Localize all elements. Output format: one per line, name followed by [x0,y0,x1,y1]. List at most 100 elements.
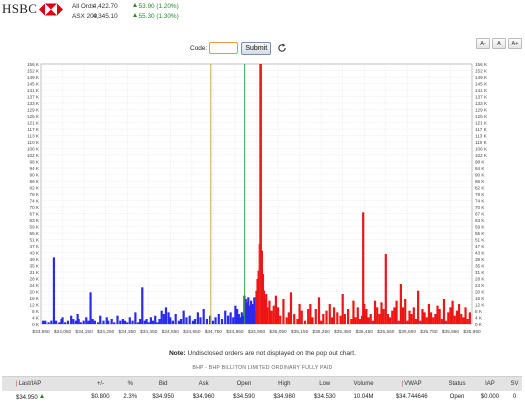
y-tick-label-right: 106 K [475,146,488,151]
bid-bar [136,322,140,324]
quote-header-label: SV [510,380,519,387]
ask-bar [332,307,336,324]
ask-bar [276,307,280,324]
ask-bar [397,320,400,324]
y-tick-label-right: 24 K [475,283,485,288]
y-tick-label-left: 47 K [30,244,40,249]
index-name: ASX 200 [72,13,98,20]
quote-value-col: 2.3% [118,391,143,404]
submit-button[interactable]: Submit [241,41,272,55]
index-row-all-ords: All Ords 4,422.70 53.90 (1.20%) [72,3,179,10]
index-change: 55.30 (1.30%) [138,13,179,20]
ask-bar [282,299,285,324]
ask-bar [307,309,310,324]
y-tick-label-right: 47 K [475,244,485,249]
ask-bar [266,307,269,324]
ask-bar [436,305,439,324]
bid-bar [79,322,82,324]
bid-bar [224,310,227,324]
ask-bar [468,312,471,324]
logo-text: HSBC [2,1,38,16]
quote-header-col: % [117,376,143,391]
refresh-icon[interactable] [277,43,287,53]
x-tick-label: $34,250 [97,329,115,335]
y-tick-label-right: 51 K [475,237,485,242]
y-tick-label-right: 152 K [475,68,488,73]
code-input[interactable] [209,42,239,54]
hsbc-logo[interactable]: HSBC [2,1,64,16]
ask-bar [289,292,293,324]
ask-bar [373,300,377,324]
y-tick-label-left: 63 K [30,218,40,223]
note-text: Undisclosed orders are not displayed on … [185,350,356,357]
ask-bar [440,319,443,324]
ask-bar [442,299,446,324]
index-change: 53.90 (1.20%) [138,3,179,10]
ask-bar [395,300,398,324]
y-tick-label-left: 20 K [30,289,40,294]
ask-bar [279,315,282,324]
quote-header-open: Open [223,376,265,391]
ask-bar [325,310,328,324]
ask-bar [378,314,381,324]
ask-bar [371,320,374,324]
ask-bar [285,317,288,324]
x-tick-label: $35,250 [312,329,330,335]
index-value: 4,345.10 [92,13,118,20]
quote-value-low: $34.530 [305,391,345,404]
y-tick-label-left: 16 K [30,296,40,301]
index-value: 4,422.70 [92,3,118,10]
bid-bar [54,320,58,324]
quote-header-label: Status [448,380,466,387]
quote-header-label: Open [236,380,252,387]
ask-bar [314,309,317,324]
font-reset-button[interactable]: A [492,38,506,49]
y-tick-label-left: 8 K [32,309,40,314]
security-title: BHP - BHP BILLITON LIMITED ORDINARY FULL… [192,365,333,371]
bid-bar [110,319,113,324]
up-arrow-icon [132,13,137,17]
ask-bar [423,312,426,324]
y-tick-label-left: 51 K [30,237,40,242]
quote-header-label: IAP [485,380,495,387]
bid-bar [52,257,56,324]
bid-bar [119,320,122,324]
bid-bar [226,315,230,324]
quote-value-text: $34.980 [273,394,296,400]
quote-value-sv: 0 [507,391,522,404]
ask-bar [391,310,394,324]
y-tick-label-left: 94 K [30,166,40,171]
bid-bar [61,317,64,324]
y-tick-label-right: 8 K [475,309,483,314]
y-tick-label-right: 4 K [475,315,483,320]
x-tick-label: $35,950 [463,329,481,335]
quote-header-vwap: |VWAP [382,376,442,391]
ask-bar [414,319,418,324]
y-tick-label-right: 70 K [475,205,485,210]
bid-bar [82,320,85,324]
x-tick-label: $34,950 [248,329,266,335]
x-tick-label: $34,450 [140,329,158,335]
y-tick-label-right: 110 K [475,140,488,145]
y-tick-label-left: 43 K [30,250,40,255]
bid-bar [89,292,92,324]
y-tick-label-left: 117 K [27,127,40,132]
x-tick-label: $35,150 [291,329,309,335]
code-label: Code: [190,44,208,52]
index-name: All Ords [72,3,95,10]
ask-bar [438,309,441,324]
y-tick-label-right: 129 K [475,107,488,112]
ask-bar [268,300,271,324]
y-tick-label-left: 145 K [27,81,40,86]
bid-bar [87,320,90,324]
bid-bar [154,315,157,324]
quote-value-col: $0.800 [83,391,117,404]
bid-bar [171,320,174,324]
quote-value-last-iap: $34.950 [2,391,83,404]
x-tick-label: $35,650 [399,329,417,335]
y-tick-label-left: 28 K [30,276,40,281]
font-decrease-button[interactable]: A- [476,38,490,49]
y-tick-label-right: 125 K [475,114,488,119]
bid-bar [77,319,80,324]
font-increase-button[interactable]: A+ [508,38,522,49]
